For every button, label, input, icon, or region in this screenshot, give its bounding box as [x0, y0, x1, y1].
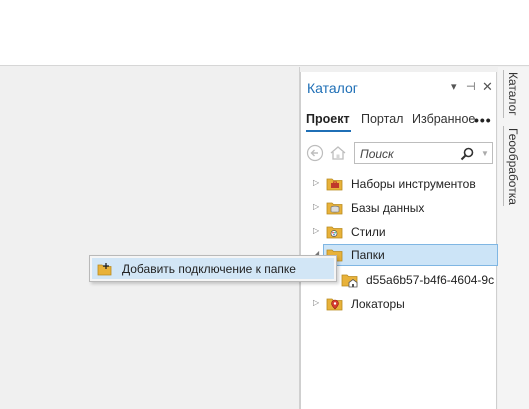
tree-item-databases[interactable]: ▷ Базы данных: [301, 197, 498, 219]
expand-arrow-icon[interactable]: ▷: [313, 298, 319, 307]
tree-item-label: Стили: [351, 225, 386, 239]
expand-arrow-icon[interactable]: ▷: [313, 226, 319, 235]
add-folder-connection-icon: [97, 263, 112, 276]
tree-item-toolboxes[interactable]: ▷ Наборы инструментов: [301, 173, 498, 195]
search-field[interactable]: Поиск ▼: [354, 142, 493, 164]
expand-arrow-icon[interactable]: ▷: [313, 178, 319, 187]
context-menu: Добавить подключение к папке: [89, 255, 337, 282]
menu-item-label: Добавить подключение к папке: [122, 262, 296, 276]
locator-folder-icon: [326, 298, 343, 311]
side-tab-rail: Каталог Геообработка: [498, 67, 529, 409]
more-tabs-button[interactable]: •••: [474, 112, 492, 128]
tab-project[interactable]: Проект: [306, 112, 350, 126]
back-arrow-icon[interactable]: [306, 144, 324, 162]
catalog-pane-title: Каталог: [307, 80, 358, 96]
active-tab-indicator: [306, 130, 351, 132]
tab-portal[interactable]: Портал: [361, 112, 403, 126]
home-folder-icon: [341, 274, 358, 288]
search-input[interactable]: Поиск: [360, 147, 394, 161]
catalog-pane: Каталог ▾ ⊣ ✕ Проект Портал Избранное ••…: [300, 72, 498, 409]
search-icon[interactable]: [459, 146, 475, 162]
tree-item-label: Наборы инструментов: [351, 177, 476, 191]
expand-arrow-icon[interactable]: ▷: [313, 202, 319, 211]
tree-item-label: Локаторы: [351, 297, 405, 311]
ribbon-area: [0, 0, 529, 66]
catalog-tabs: Проект Портал Избранное: [306, 112, 494, 130]
add-folder-connection-menu-item[interactable]: Добавить подключение к папке: [92, 258, 334, 279]
tree-item-locators[interactable]: ▷ Локаторы: [301, 293, 498, 315]
tab-favorites[interactable]: Избранное: [412, 112, 475, 126]
side-tab-geoprocessing[interactable]: Геообработка: [506, 128, 520, 205]
pin-icon[interactable]: ⊣: [466, 80, 476, 94]
toolbox-folder-icon: [326, 178, 343, 191]
tree-item-label: Папки: [351, 248, 385, 262]
home-icon[interactable]: [329, 144, 347, 162]
tree-item-styles[interactable]: ▷ Стили: [301, 221, 498, 243]
selection-highlight: [323, 244, 498, 266]
options-dropdown-icon[interactable]: ▾: [451, 80, 457, 94]
database-folder-icon: [326, 202, 343, 215]
map-view[interactable]: [0, 67, 299, 409]
tree-item-label: Базы данных: [351, 201, 425, 215]
close-icon[interactable]: ✕: [482, 80, 493, 94]
chevron-down-icon[interactable]: ▼: [481, 149, 489, 158]
styles-folder-icon: [326, 226, 343, 239]
side-tab-catalog[interactable]: Каталог: [506, 72, 520, 116]
tree-item-label: d55a6b57-b4f6-4604-9c: [366, 273, 495, 287]
